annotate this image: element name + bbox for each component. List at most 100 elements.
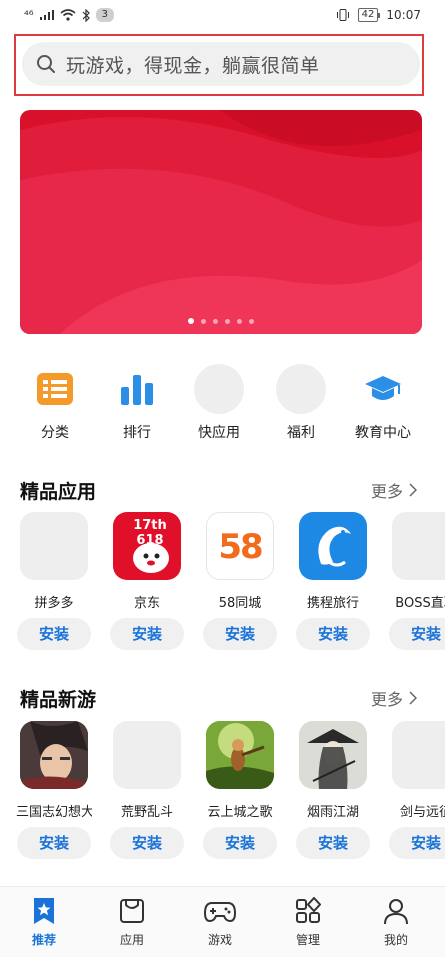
quick-link-quick-app[interactable]: 快应用 [174, 364, 264, 442]
game-icon [392, 721, 445, 789]
quick-link-label: 快应用 [198, 425, 240, 441]
quick-link-label: 分类 [41, 425, 69, 441]
install-button[interactable]: 安装 [389, 618, 445, 650]
58-app-icon: 58 [206, 512, 274, 580]
game-card[interactable]: 剑与远征 安装 [388, 721, 445, 859]
app-card[interactable]: 携程旅行 安装 [295, 512, 371, 650]
quick-link-category[interactable]: 分类 [10, 364, 100, 442]
tab-games[interactable]: 游戏 [190, 897, 250, 948]
gamepad-icon [203, 902, 237, 923]
warrior-portrait-icon [20, 721, 88, 789]
app-name: 京东 [133, 596, 160, 610]
featured-games-more-link[interactable]: 更多 [371, 686, 417, 710]
quick-link-ranking[interactable]: 排行 [92, 364, 182, 442]
quick-link-label: 排行 [123, 425, 151, 441]
pagination-dot[interactable] [249, 318, 254, 324]
category-icon [30, 364, 80, 414]
more-label: 更多 [370, 482, 403, 501]
app-name: BOSS直聘 [395, 596, 445, 610]
quick-app-icon [194, 364, 244, 414]
graduation-cap-icon [358, 364, 408, 414]
pagination-dot[interactable] [213, 318, 218, 324]
featured-apps-more-link[interactable]: 更多 [371, 478, 417, 502]
tab-profile[interactable]: 我的 [366, 897, 426, 948]
more-label: 更多 [370, 690, 403, 709]
app-card[interactable]: 拼多多 安装 [16, 512, 92, 650]
tab-apps[interactable]: 应用 [102, 897, 162, 948]
star-bookmark-icon [34, 898, 54, 924]
bluetooth-icon [82, 8, 90, 22]
status-left: ⁴⁶ 3 [24, 8, 114, 22]
vibrate-icon [336, 9, 349, 21]
install-button[interactable]: 安装 [389, 827, 445, 859]
promo-banner[interactable] [20, 110, 422, 334]
search-input[interactable]: 玩游戏，得现金，躺赢很简单 [22, 42, 420, 86]
jd-app-icon: 17th 618 [113, 512, 181, 580]
chevron-right-icon [409, 691, 417, 705]
app-card[interactable]: 58 58同城 安装 [202, 512, 278, 650]
dolphin-icon [299, 512, 367, 580]
app-icon [20, 512, 88, 580]
clock: 10:07 [386, 8, 421, 22]
signal-icon [39, 10, 54, 20]
game-card[interactable]: 荒野乱斗 安装 [109, 721, 185, 859]
status-right: 42 10:07 [336, 8, 421, 22]
game-card[interactable]: 烟雨江湖 安装 [295, 721, 371, 859]
app-card[interactable]: 17th 618 京东 安装 [109, 512, 185, 650]
game-name: 烟雨江湖 [306, 805, 359, 819]
app-name: 携程旅行 [306, 596, 359, 610]
tab-recommend[interactable]: 推荐 [14, 897, 74, 948]
install-button[interactable]: 安装 [203, 827, 277, 859]
game-name: 云上城之歌 [207, 805, 273, 819]
quick-link-education[interactable]: 教育中心 [338, 364, 428, 442]
ranking-icon [112, 364, 162, 414]
pagination-dot[interactable] [237, 318, 242, 324]
person-icon [384, 899, 408, 925]
adventurer-icon [206, 721, 274, 789]
install-button[interactable]: 安装 [17, 618, 91, 650]
pagination-dot[interactable] [188, 318, 194, 324]
game-name: 剑与远征 [399, 805, 445, 819]
pagination-dot[interactable] [225, 318, 230, 324]
banner-pagination [20, 318, 422, 324]
shopping-bag-icon [120, 899, 144, 923]
featured-games-title: 精品新游 [20, 689, 97, 711]
game-card[interactable]: 三国志幻想大陆 安装 [16, 721, 92, 859]
game-name: 荒野乱斗 [120, 805, 173, 819]
tab-manage[interactable]: 管理 [278, 896, 338, 948]
install-button[interactable]: 安装 [110, 618, 184, 650]
banner-art [20, 110, 422, 334]
58-icon-text: 58 [218, 527, 263, 567]
game-card[interactable]: 云上城之歌 安装 [202, 721, 278, 859]
game-name: 三国志幻想大陆 [16, 805, 92, 819]
tab-label: 推荐 [31, 933, 56, 947]
install-button[interactable]: 安装 [110, 827, 184, 859]
quick-link-label: 福利 [287, 425, 315, 441]
wifi-icon [60, 9, 76, 21]
install-button[interactable]: 安装 [203, 618, 277, 650]
install-button[interactable]: 安装 [296, 827, 370, 859]
tab-label: 管理 [295, 933, 320, 947]
battery-indicator: 42 [357, 8, 381, 22]
tab-label: 我的 [383, 933, 408, 947]
quick-link-label: 教育中心 [355, 425, 411, 441]
tab-label: 应用 [119, 933, 144, 947]
quick-links: 分类 排行 快应用 福利 教育中心 [0, 364, 445, 444]
app-icon [392, 512, 445, 580]
install-button[interactable]: 安装 [17, 827, 91, 859]
quick-link-welfare[interactable]: 福利 [256, 364, 346, 442]
pagination-dot[interactable] [201, 318, 206, 324]
bottom-navigation: 推荐 应用 游戏 管理 我的 [0, 886, 445, 957]
app-name: 58同城 [218, 596, 262, 610]
app-name: 拼多多 [34, 596, 74, 610]
featured-games-list: 三国志幻想大陆 安装 荒野乱斗 安装 云上城之歌 安装 烟雨江湖 安装 剑与远征… [0, 721, 445, 871]
featured-apps-title: 精品应用 [20, 481, 97, 503]
app-card[interactable]: BOSS直聘 安装 [388, 512, 445, 650]
install-button[interactable]: 安装 [296, 618, 370, 650]
game-icon [113, 721, 181, 789]
welfare-icon [276, 364, 326, 414]
grid-manage-icon [296, 896, 322, 923]
network-type: ⁴⁶ [24, 8, 34, 22]
status-bar: ⁴⁶ 3 42 10:07 [0, 0, 445, 32]
featured-apps-list: 拼多多 安装 17th 618 京东 安装 58 58同城 安装 携程旅行 安装… [0, 512, 445, 662]
